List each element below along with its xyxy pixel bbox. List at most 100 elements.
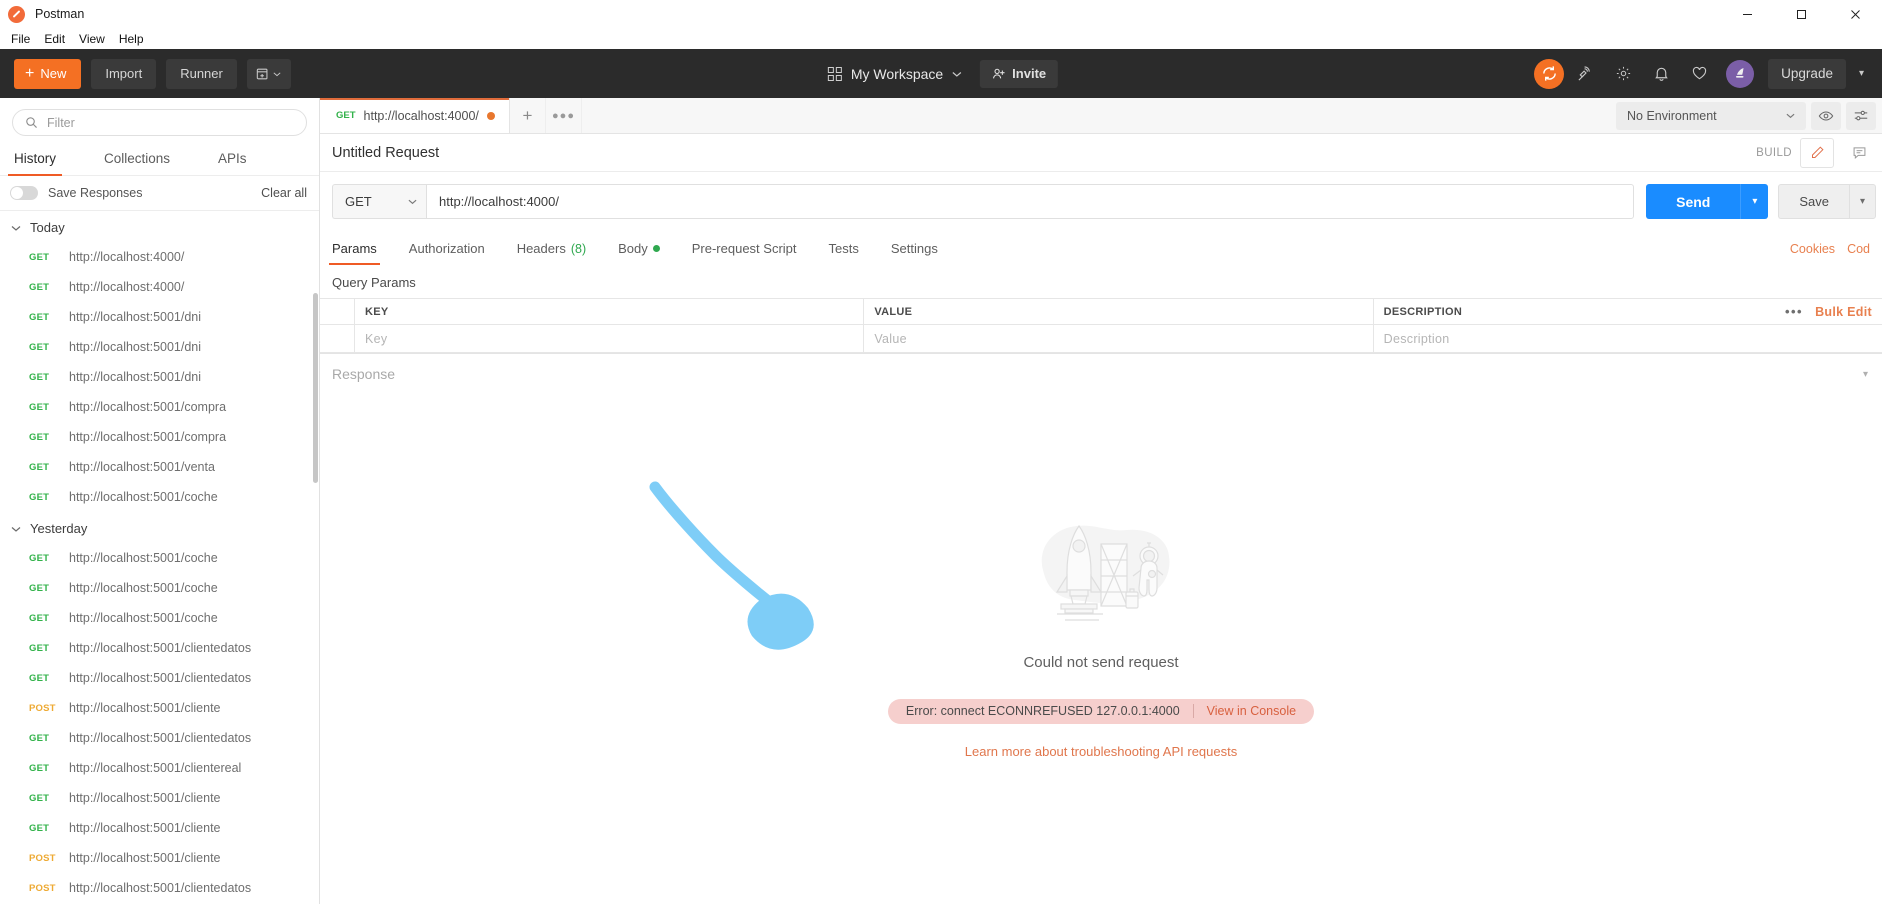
view-in-console-link[interactable]: View in Console [1207, 704, 1296, 718]
clear-all-button[interactable]: Clear all [261, 186, 307, 200]
history-item[interactable]: GET http://localhost:5001/clientereal [0, 753, 319, 783]
heart-icon[interactable] [1682, 57, 1716, 91]
send-options-button[interactable]: ▾ [1740, 184, 1769, 219]
history-item[interactable]: GET http://localhost:5001/coche [0, 603, 319, 633]
save-responses-toggle[interactable] [10, 186, 38, 200]
save-button[interactable]: Save [1778, 184, 1849, 219]
search-input[interactable] [47, 115, 294, 130]
method-badge: GET [29, 461, 50, 473]
sidebar-tab-history[interactable]: History [7, 145, 63, 176]
eye-icon[interactable] [1811, 101, 1841, 130]
history-url: http://localhost:5001/clientedatos [69, 731, 252, 745]
history-url: http://localhost:5001/dni [69, 340, 202, 354]
sidebar-scrollbar[interactable] [313, 293, 318, 483]
cell-description[interactable]: Description [1374, 325, 1882, 352]
chevron-down-icon[interactable]: ▾ [1863, 369, 1868, 380]
save-options-button[interactable]: ▾ [1849, 184, 1876, 219]
tab-params[interactable]: Params [329, 241, 380, 265]
satellite-icon[interactable] [1568, 57, 1602, 91]
sidebar-tab-apis[interactable]: APIs [216, 145, 249, 175]
menu-view[interactable]: View [72, 30, 112, 48]
close-icon[interactable] [1828, 0, 1882, 28]
rocket-astronaut-illustration [1041, 524, 1170, 621]
invite-button[interactable]: Invite [980, 59, 1059, 88]
ellipsis-icon[interactable]: ••• [1785, 304, 1803, 319]
history-item[interactable]: GET http://localhost:5001/coche [0, 543, 319, 573]
request-tab[interactable]: GET http://localhost:4000/ [320, 98, 510, 133]
plus-icon[interactable]: + [510, 98, 546, 133]
empty-state-title: Could not send request [1023, 653, 1179, 671]
bell-icon[interactable] [1644, 57, 1678, 91]
request-tab-url: http://localhost:4000/ [363, 108, 479, 123]
environment-value: No Environment [1627, 108, 1717, 123]
table-row[interactable]: Key Value Description [320, 325, 1882, 353]
bulk-edit-link[interactable]: Bulk Edit [1815, 305, 1872, 319]
url-input[interactable] [426, 184, 1635, 219]
grid-icon [827, 66, 842, 81]
menu-file[interactable]: File [4, 30, 37, 48]
history-item[interactable]: GET http://localhost:5001/coche [0, 482, 319, 512]
history-item[interactable]: GET http://localhost:5001/clientedatos [0, 663, 319, 693]
comment-icon[interactable] [1842, 138, 1876, 168]
sidebar-tab-collections[interactable]: Collections [102, 145, 172, 175]
send-button[interactable]: Send [1646, 184, 1741, 219]
history-item[interactable]: GET http://localhost:5001/compra [0, 422, 319, 452]
history-item[interactable]: GET http://localhost:5001/venta [0, 452, 319, 482]
tab-label: Body [618, 241, 648, 256]
sliders-icon[interactable] [1846, 101, 1876, 130]
open-new-window-icon[interactable] [246, 58, 291, 89]
column-description-label: DESCRIPTION [1383, 305, 1463, 318]
chevron-down-icon[interactable]: ▾ [1850, 68, 1870, 79]
cell-value[interactable]: Value [864, 325, 1374, 352]
environment-area: No Environment [1616, 98, 1882, 133]
learn-more-link[interactable]: Learn more about troubleshooting API req… [965, 744, 1237, 759]
history-group-today[interactable]: Today [0, 211, 319, 242]
menu-help[interactable]: Help [112, 30, 151, 48]
history-item[interactable]: GET http://localhost:5001/clientedatos [0, 723, 319, 753]
import-button[interactable]: Import [91, 58, 157, 89]
history-item[interactable]: GET http://localhost:5001/clientedatos [0, 633, 319, 663]
method-selector[interactable]: GET [332, 184, 426, 219]
code-link[interactable]: Cod [1847, 242, 1870, 256]
minimize-icon[interactable] [1720, 0, 1774, 28]
maximize-icon[interactable] [1774, 0, 1828, 28]
workspace-switcher[interactable]: My Workspace [824, 61, 966, 87]
user-avatar[interactable] [1726, 59, 1755, 88]
upgrade-button[interactable]: Upgrade [1768, 58, 1846, 89]
cell-key[interactable]: Key [355, 325, 865, 352]
tab-body[interactable]: Body [618, 241, 660, 265]
search-box[interactable] [12, 109, 307, 136]
cookies-link[interactable]: Cookies [1790, 242, 1835, 256]
tab-authorization[interactable]: Authorization [409, 241, 485, 265]
history-item[interactable]: GET http://localhost:5001/dni [0, 332, 319, 362]
row-checkbox-cell[interactable] [320, 325, 355, 352]
sync-icon[interactable] [1534, 58, 1565, 89]
ellipsis-icon[interactable]: ●●● [546, 98, 582, 133]
tab-tests[interactable]: Tests [829, 241, 859, 265]
history-item[interactable]: GET http://localhost:5001/dni [0, 362, 319, 392]
history-item[interactable]: GET http://localhost:5001/dni [0, 302, 319, 332]
history-list[interactable]: Today GET http://localhost:4000/ GET http:… [0, 211, 319, 904]
history-item[interactable]: GET http://localhost:5001/coche [0, 573, 319, 603]
menu-edit[interactable]: Edit [37, 30, 72, 48]
history-item[interactable]: POST http://localhost:5001/clientedatos [0, 873, 319, 903]
history-group-yesterday[interactable]: Yesterday [0, 512, 319, 543]
history-item[interactable]: POST http://localhost:5001/cliente [0, 843, 319, 873]
history-group-label: Today [30, 220, 65, 235]
tab-pre-request-script[interactable]: Pre-request Script [692, 241, 797, 265]
tab-headers[interactable]: Headers (8) [517, 241, 586, 265]
request-links: Cookies Cod [1790, 242, 1870, 265]
runner-button[interactable]: Runner [166, 58, 237, 89]
history-item[interactable]: GET http://localhost:5001/compra [0, 392, 319, 422]
new-button[interactable]: + New [14, 58, 82, 89]
pencil-icon[interactable] [1800, 137, 1834, 168]
history-item[interactable]: POST http://localhost:5001/cliente [0, 693, 319, 723]
method-badge: GET [29, 341, 50, 353]
environment-selector[interactable]: No Environment [1616, 101, 1806, 130]
gear-icon[interactable] [1606, 57, 1640, 91]
history-item[interactable]: GET http://localhost:5001/cliente [0, 783, 319, 813]
history-item[interactable]: GET http://localhost:5001/cliente [0, 813, 319, 843]
tab-settings[interactable]: Settings [891, 241, 938, 265]
history-item[interactable]: GET http://localhost:4000/ [0, 242, 319, 272]
history-item[interactable]: GET http://localhost:4000/ [0, 272, 319, 302]
